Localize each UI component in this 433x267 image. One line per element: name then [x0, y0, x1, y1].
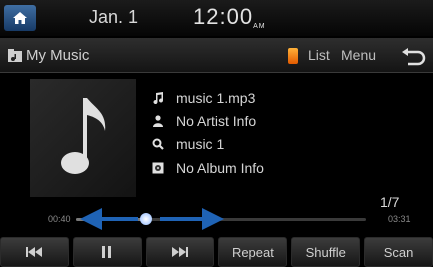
status-time: 12:00AM	[193, 4, 266, 30]
track-title: music 1	[176, 136, 225, 152]
track-title-row: music 1	[150, 135, 224, 153]
status-bar: Jan. 1 12:00AM	[0, 0, 433, 36]
scan-button[interactable]: Scan	[364, 237, 433, 267]
source-title: My Music	[26, 47, 90, 64]
total-time: 03:31	[388, 214, 411, 224]
person-icon	[150, 114, 166, 128]
list-button[interactable]: List	[308, 47, 330, 63]
progress-handle[interactable]	[139, 213, 152, 225]
track-count: 1/7	[380, 194, 400, 210]
album-icon	[150, 161, 166, 175]
status-time-value: 12:00	[193, 4, 254, 29]
prev-track-icon	[26, 247, 43, 257]
track-artist: No Artist Info	[176, 113, 257, 129]
next-track-button[interactable]	[145, 237, 215, 267]
menu-button[interactable]: Menu	[341, 47, 376, 63]
status-time-suffix: AM	[253, 23, 266, 30]
back-icon	[402, 48, 426, 66]
progress-bar[interactable]	[76, 213, 366, 225]
next-track-icon	[172, 247, 189, 257]
music-note-icon	[150, 91, 166, 105]
track-album: No Album Info	[176, 160, 264, 176]
track-file-row: music 1.mp3	[150, 89, 255, 107]
track-file: music 1.mp3	[176, 90, 256, 106]
music-folder-icon	[8, 49, 22, 62]
pause-icon	[102, 246, 112, 258]
repeat-button[interactable]: Repeat	[218, 237, 288, 267]
home-button[interactable]	[4, 5, 36, 31]
control-bar: Repeat Shuffle Scan	[0, 237, 433, 267]
home-icon	[13, 12, 27, 24]
usb-icon	[288, 48, 298, 64]
pause-button[interactable]	[72, 237, 142, 267]
elapsed-time: 00:40	[48, 214, 71, 224]
back-button[interactable]	[394, 46, 428, 70]
track-artist-row: No Artist Info	[150, 112, 256, 130]
progress-fill	[76, 218, 146, 221]
album-art	[30, 79, 136, 197]
status-date: Jan. 1	[89, 7, 139, 27]
title-bar: My Music List Menu	[0, 38, 433, 73]
shuffle-button[interactable]: Shuffle	[291, 237, 361, 267]
search-icon	[150, 137, 166, 151]
prev-track-button[interactable]	[0, 237, 69, 267]
track-album-row: No Album Info	[150, 159, 264, 177]
music-note-icon	[61, 98, 106, 174]
